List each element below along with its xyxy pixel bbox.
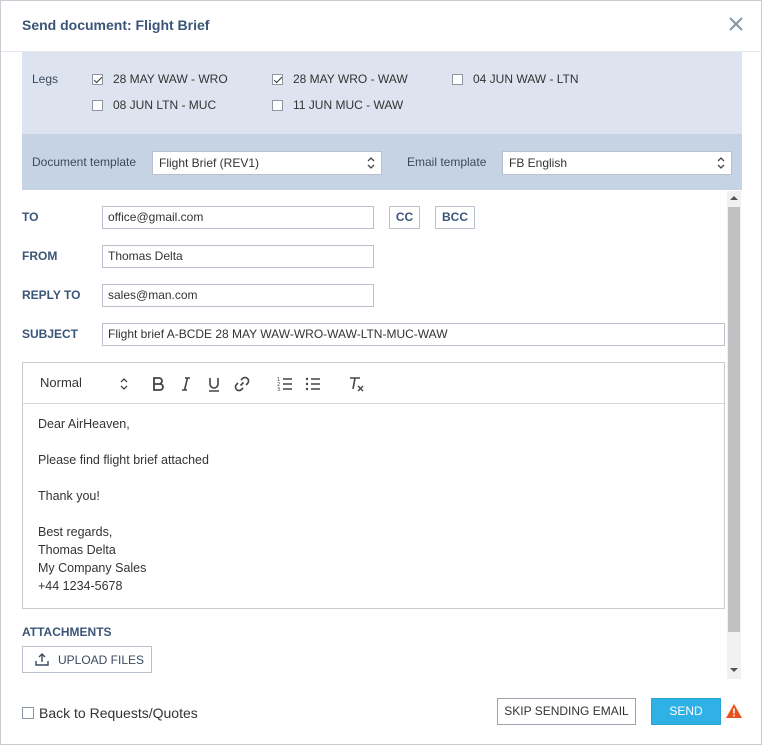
select-arrows-icon [367, 157, 375, 169]
email-body-editor[interactable]: Normal 1 2 3 Dear AirHeaven, Please find… [22, 362, 725, 609]
back-to-requests-checkbox[interactable]: Back to Requests/Quotes [22, 705, 198, 721]
italic-icon[interactable] [176, 374, 196, 394]
leg-checkbox[interactable]: 28 MAY WRO - WAW [272, 72, 408, 86]
checkbox-checked-icon[interactable] [92, 73, 103, 85]
leg-label: 11 JUN MUC - WAW [293, 98, 404, 112]
select-arrows-icon [717, 157, 725, 169]
body-signature: +44 1234-5678 [38, 579, 123, 593]
leg-label: 28 MAY WRO - WAW [293, 72, 408, 86]
email-body-content[interactable]: Dear AirHeaven, Please find flight brief… [38, 415, 209, 595]
email-template-value: FB English [509, 156, 568, 170]
reply-to-label: REPLY TO [22, 288, 81, 302]
email-template-label: Email template [407, 155, 487, 169]
body-signature: My Company Sales [38, 561, 147, 575]
attachments-hint-clipped [22, 676, 222, 681]
subject-input[interactable]: Flight brief A-BCDE 28 MAY WAW-WRO-WAW-L… [102, 323, 725, 346]
checkbox-checked-icon[interactable] [272, 73, 283, 85]
send-button[interactable]: SEND [651, 698, 721, 725]
body-signature: Thomas Delta [38, 543, 116, 557]
leg-checkbox[interactable]: 08 JUN LTN - MUC [92, 98, 216, 112]
warning-icon [726, 704, 742, 718]
to-input[interactable]: office@gmail.com [102, 206, 374, 229]
document-template-value: Flight Brief (REV1) [159, 156, 260, 170]
bcc-button[interactable]: BCC [435, 206, 475, 229]
checkbox-empty-icon[interactable] [452, 73, 463, 85]
form-scrollbar[interactable] [727, 191, 741, 679]
from-input[interactable]: Thomas Delta [102, 245, 374, 268]
cc-button[interactable]: CC [389, 206, 420, 229]
document-template-label: Document template [32, 155, 137, 169]
subject-label: SUBJECT [22, 327, 79, 341]
reply-to-input[interactable]: sales@man.com [102, 284, 374, 307]
attachments-label: ATTACHMENTS [22, 625, 112, 639]
back-to-requests-label: Back to Requests/Quotes [39, 705, 198, 721]
document-template-select[interactable]: Flight Brief (REV1) [152, 151, 382, 175]
format-select-value: Normal [40, 375, 82, 390]
body-line: Please find flight brief attached [38, 453, 209, 467]
leg-checkbox[interactable]: 28 MAY WAW - WRO [92, 72, 228, 86]
checkbox-empty-icon[interactable] [92, 99, 103, 111]
svg-text:3: 3 [277, 387, 280, 393]
skip-sending-email-button[interactable]: SKIP SENDING EMAIL [497, 698, 636, 725]
checkbox-empty-icon[interactable] [22, 707, 34, 719]
body-signature: Best regards, [38, 525, 113, 539]
email-template-select[interactable]: FB English [502, 151, 732, 175]
bold-icon[interactable] [148, 374, 168, 394]
send-document-dialog: Send document: Flight Brief Legs 28 MAY … [0, 0, 762, 745]
format-select[interactable]: Normal [40, 375, 128, 393]
editor-toolbar: Normal 1 2 3 [23, 363, 724, 404]
ordered-list-icon[interactable]: 1 2 3 [275, 374, 295, 394]
templates-panel: Document template Flight Brief (REV1) Em… [22, 134, 742, 190]
leg-label: 28 MAY WAW - WRO [113, 72, 228, 86]
bullet-list-icon[interactable] [303, 374, 323, 394]
legs-label: Legs [32, 72, 59, 86]
checkbox-empty-icon[interactable] [272, 99, 283, 111]
underline-icon[interactable] [204, 374, 224, 394]
leg-checkbox[interactable]: 04 JUN WAW - LTN [452, 72, 579, 86]
upload-files-label: UPLOAD FILES [58, 652, 145, 667]
body-line: Thank you! [38, 489, 100, 503]
link-icon[interactable] [232, 374, 252, 394]
upload-files-button[interactable]: UPLOAD FILES [22, 646, 152, 673]
leg-checkbox[interactable]: 11 JUN MUC - WAW [272, 98, 403, 112]
to-label: TO [22, 210, 39, 224]
scrollbar-thumb[interactable] [728, 207, 740, 632]
upload-icon [35, 653, 49, 666]
leg-label: 08 JUN LTN - MUC [113, 98, 217, 112]
select-arrows-icon [120, 378, 128, 390]
scroll-down-icon[interactable] [730, 667, 738, 673]
clear-format-icon[interactable] [346, 374, 366, 394]
from-label: FROM [22, 249, 58, 263]
dialog-title: Send document: Flight Brief [22, 17, 210, 33]
body-greeting: Dear AirHeaven, [38, 417, 130, 431]
scroll-up-icon[interactable] [730, 195, 738, 201]
close-icon[interactable] [727, 15, 745, 33]
legs-panel: Legs 28 MAY WAW - WRO 28 MAY WRO - WAW 0… [22, 52, 742, 134]
leg-label: 04 JUN WAW - LTN [473, 72, 579, 86]
